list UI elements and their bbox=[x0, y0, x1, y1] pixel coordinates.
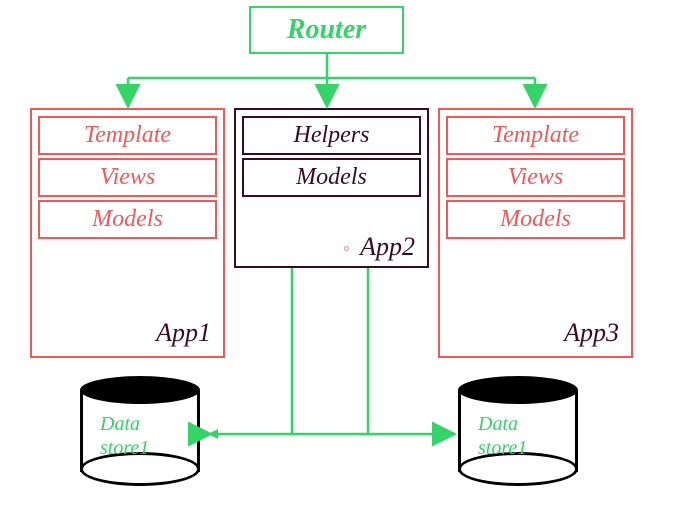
app3-template-label: Template bbox=[492, 122, 579, 148]
datastore1-label: Data store1 bbox=[100, 412, 149, 460]
datastore1-line1: Data bbox=[100, 413, 140, 435]
app3-models-label: Models bbox=[500, 206, 571, 232]
router-label: Router bbox=[287, 14, 366, 45]
app2-models-box: Models bbox=[242, 158, 421, 197]
app1-views-box: Views bbox=[38, 158, 217, 197]
app3-models-box: Models bbox=[446, 200, 625, 239]
app1-template-box: Template bbox=[38, 116, 217, 155]
router-box: Router bbox=[249, 6, 404, 54]
app1-container: Template Views Models App1 bbox=[30, 108, 225, 358]
datastore2-line1: Data bbox=[478, 413, 518, 435]
app2-label: App2 bbox=[360, 232, 415, 262]
app2-marker: o bbox=[344, 243, 349, 254]
app3-container: Template Views Models App3 bbox=[438, 108, 633, 358]
datastore2-label: Data store1 bbox=[478, 412, 527, 460]
app1-label: App1 bbox=[156, 318, 211, 348]
app3-views-label: Views bbox=[508, 164, 564, 190]
app1-views-label: Views bbox=[100, 164, 156, 190]
datastore2-line2: store1 bbox=[478, 437, 527, 459]
app3-label: App3 bbox=[564, 318, 619, 348]
app1-models-box: Models bbox=[38, 200, 217, 239]
app2-helpers-label: Helpers bbox=[294, 122, 370, 148]
app3-views-box: Views bbox=[446, 158, 625, 197]
app1-models-label: Models bbox=[92, 206, 163, 232]
app2-container: Helpers Models o App2 bbox=[234, 108, 429, 268]
datastore1-line2: store1 bbox=[100, 437, 149, 459]
app3-template-box: Template bbox=[446, 116, 625, 155]
app2-helpers-box: Helpers bbox=[242, 116, 421, 155]
app2-models-label: Models bbox=[296, 164, 367, 190]
app1-template-label: Template bbox=[84, 122, 171, 148]
